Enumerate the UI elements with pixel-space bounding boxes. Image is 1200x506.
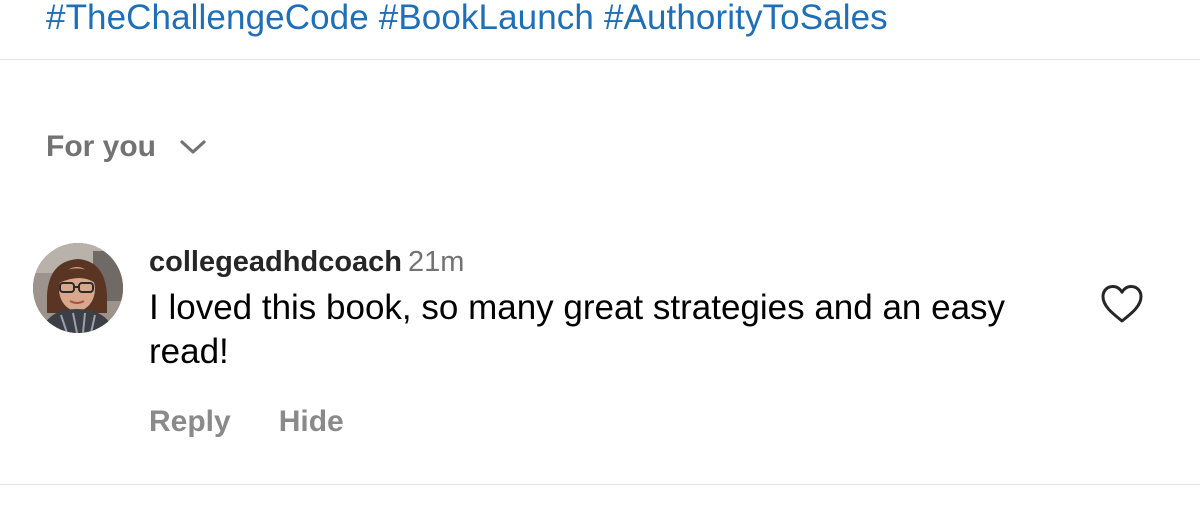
avatar[interactable]	[33, 243, 123, 333]
post-hashtags: #TheChallengeCode #BookLaunch #AuthorityTo…	[46, 0, 888, 40]
chevron-down-icon	[180, 140, 206, 154]
hashtag-link[interactable]: #TheChallengeCode	[46, 0, 369, 37]
comment-timestamp: 21m	[408, 246, 465, 278]
heart-outline-icon[interactable]	[1099, 283, 1145, 325]
comment-username[interactable]: collegeadhdcoach	[149, 246, 402, 278]
hide-button[interactable]: Hide	[279, 402, 344, 442]
avatar-photo	[33, 243, 123, 333]
comment: collegeadhdcoach 21m I loved this book, s…	[149, 240, 1069, 374]
hashtag-link[interactable]: #AuthorityToSales	[604, 0, 888, 37]
comment-actions: Reply Hide	[149, 402, 344, 442]
divider	[0, 59, 1200, 60]
comment-meta: collegeadhdcoach 21m	[149, 240, 1069, 284]
comment-text: I loved this book, so many great strateg…	[149, 288, 1006, 371]
hashtag-link[interactable]: #BookLaunch	[379, 0, 594, 37]
sort-label: For you	[46, 130, 156, 163]
reply-button[interactable]: Reply	[149, 402, 231, 442]
divider	[0, 484, 1200, 485]
comment-sort-dropdown[interactable]: For you	[46, 127, 208, 167]
